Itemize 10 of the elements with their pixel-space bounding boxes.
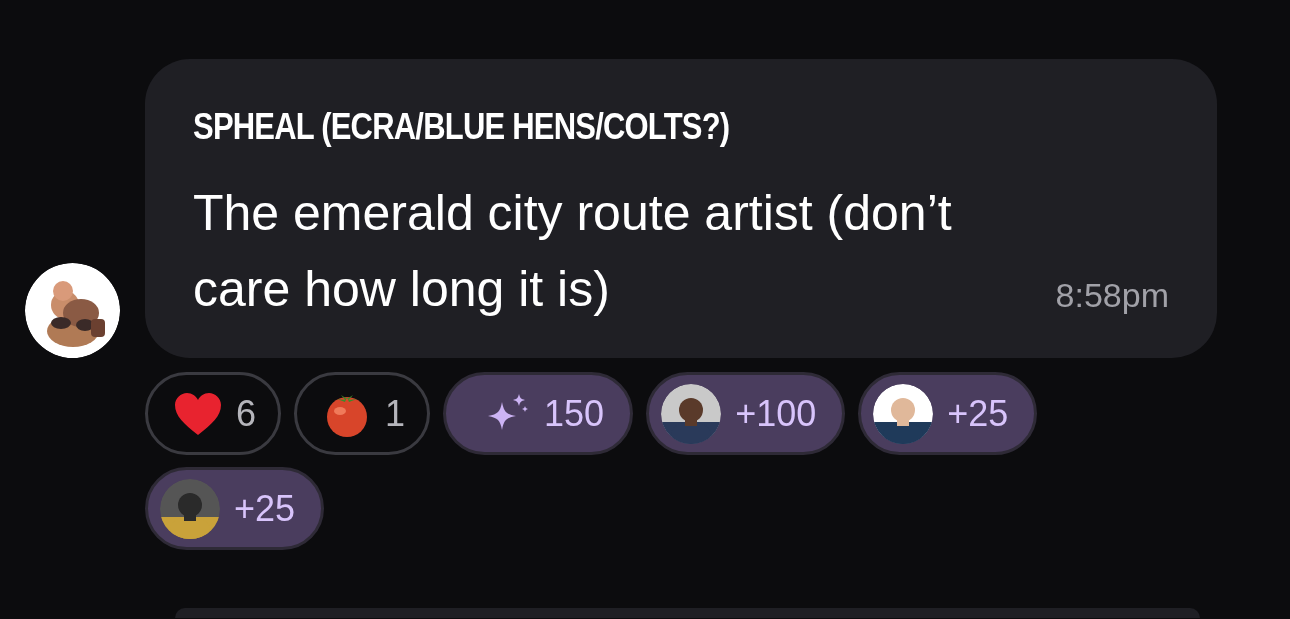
author-name: SPHEAL (ECRA/BLUE HENS/COLTS?) xyxy=(193,107,731,147)
reaction-chip[interactable]: +25 xyxy=(858,372,1038,455)
reaction-chip[interactable]: 1 xyxy=(294,372,431,455)
reaction-chip[interactable]: +100 xyxy=(646,372,846,455)
reaction-chip[interactable]: +25 xyxy=(145,467,325,550)
reaction-chip[interactable]: 150 xyxy=(443,372,634,455)
reaction-chip[interactable]: 6 xyxy=(145,372,282,455)
timestamp: 8:58pm xyxy=(1055,275,1169,315)
message-text: The emerald city route artist (don’t care how long it is) xyxy=(193,184,953,319)
heart-icon xyxy=(174,391,222,436)
